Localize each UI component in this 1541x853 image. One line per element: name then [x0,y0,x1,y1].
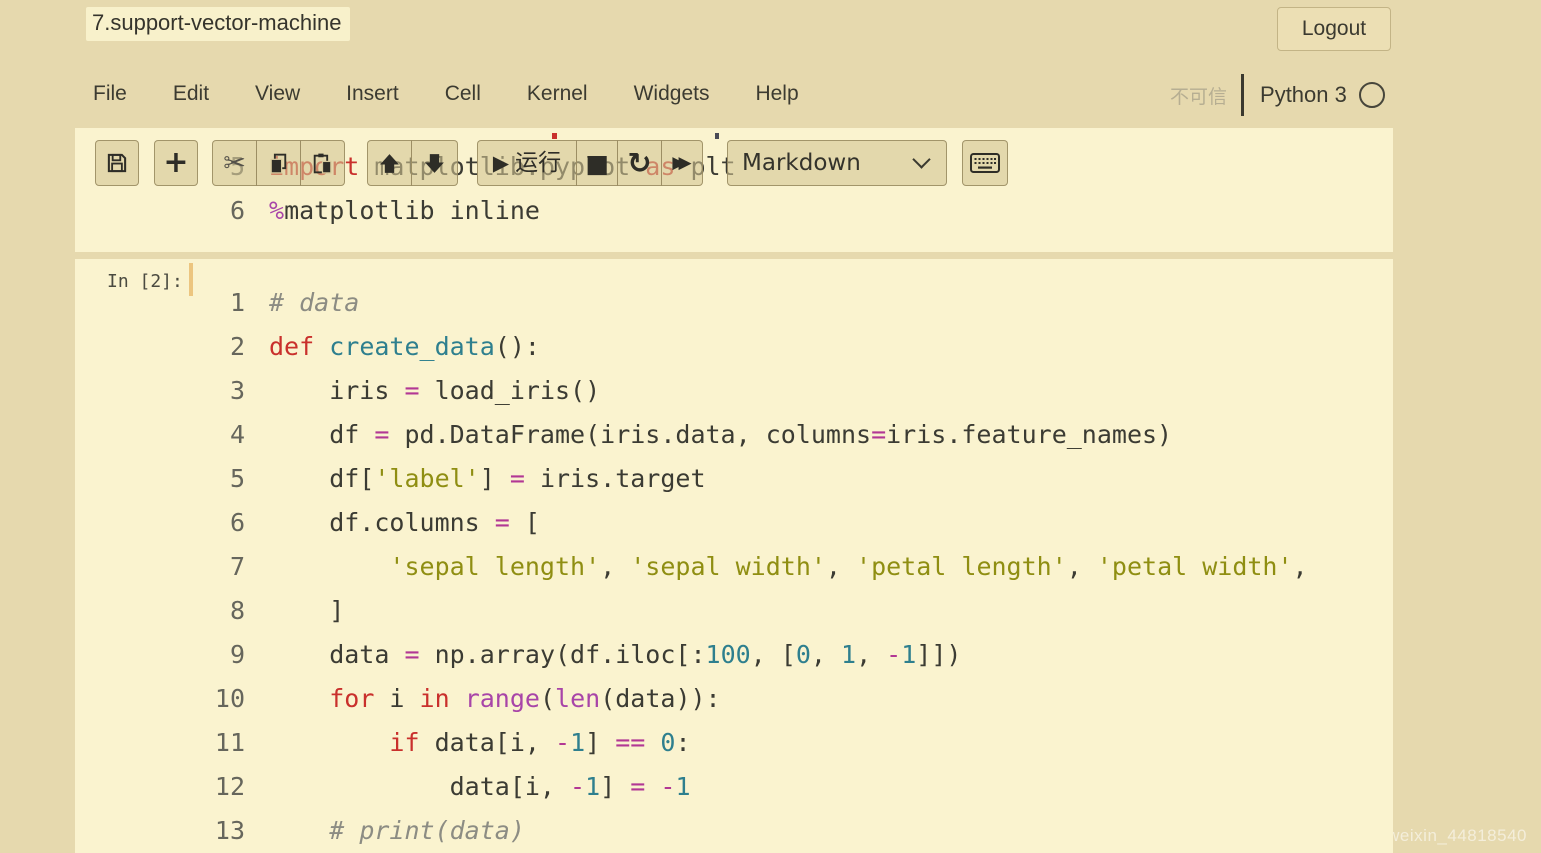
fast-forward-icon: ▶▶ [672,155,691,172]
command-palette-button[interactable] [962,140,1008,186]
code-line: 9 data = np.array(df.iloc[:100, [0, 1, -… [75,633,1393,677]
cell-type-selected-value: Markdown [742,150,861,176]
code-text: %matplotlib inline [269,189,540,233]
kernel-indicator-area: 不可信 Python 3 [1170,72,1385,118]
notebook-toolbar: + ✂ [0,140,1541,186]
run-button-group: ▶ 运行 ■ ↻ ▶▶ [477,140,703,186]
menu-item-kernel[interactable]: Kernel [527,82,588,106]
kernel-name-label: Python 3 [1260,82,1347,108]
kernel-status-icon [1359,82,1385,108]
move-button-group [367,140,458,186]
line-number: 2 [75,325,245,369]
code-line: 3 iris = load_iris() [75,369,1393,413]
code-line: 4 df = pd.DataFrame(iris.data, columns=i… [75,413,1393,457]
edit-button-group: ✂ [212,140,345,186]
line-number: 6 [75,189,245,233]
code-text: iris = load_iris() [269,369,600,413]
line-number: 7 [75,545,245,589]
line-number: 9 [75,633,245,677]
copy-icon [266,151,291,176]
code-text: # print(data) [269,809,525,853]
line-number: 11 [75,721,245,765]
code-editor[interactable]: 1# data2def create_data():3 iris = load_… [75,281,1393,853]
line-number: 6 [75,501,245,545]
run-cell-button[interactable]: ▶ 运行 [477,140,577,186]
move-cell-up-button[interactable] [367,140,412,186]
code-line: 8 ] [75,589,1393,633]
code-text: for i in range(len(data)): [269,677,721,721]
line-number: 10 [75,677,245,721]
paste-cell-button[interactable] [300,140,345,186]
logout-button[interactable]: Logout [1277,7,1391,51]
menu-item-edit[interactable]: Edit [173,82,209,106]
menu-item-file[interactable]: File [93,82,127,106]
menu-bar: File Edit View Insert Cell Kernel Widgets Help [93,82,799,106]
code-text: ] [269,589,344,633]
menu-item-cell[interactable]: Cell [445,82,481,106]
save-button[interactable] [95,140,139,186]
play-icon: ▶ [493,153,509,174]
line-number: 12 [75,765,245,809]
line-number: 1 [75,281,245,325]
code-line: 6 %matplotlib inline [75,189,1393,233]
kernel-separator [1241,74,1244,116]
code-text: df = pd.DataFrame(iris.data, columns=iri… [269,413,1172,457]
line-number: 4 [75,413,245,457]
trust-status-label: 不可信 [1170,82,1227,109]
code-line: 7 'sepal length', 'sepal width', 'petal … [75,545,1393,589]
code-text: 'sepal length', 'sepal width', 'petal le… [269,545,1308,589]
code-line: 11 if data[i, -1] == 0: [75,721,1393,765]
keyboard-icon [969,150,1001,176]
code-line: 1 # data [75,281,1393,325]
code-text: data = np.array(df.iloc[:100, [0, 1, -1]… [269,633,961,677]
clipped-text-fragment [552,133,557,139]
code-text: data[i, -1] = -1 [269,765,691,809]
clipboard-icon [310,151,335,176]
floppy-icon [104,150,130,176]
line-number: 13 [75,809,245,853]
move-cell-down-button[interactable] [411,140,458,186]
menu-item-insert[interactable]: Insert [346,82,399,106]
code-text: def create_data(): [269,325,540,369]
code-line: 13 # print(data) [75,809,1393,853]
scissors-icon: ✂ [223,150,246,177]
plus-icon: + [163,148,188,178]
run-label: 运行 [515,152,561,175]
code-line: 2 def create_data(): [75,325,1393,369]
arrow-up-icon [377,151,402,176]
copy-cell-button[interactable] [256,140,301,186]
code-text: # data [269,281,359,325]
code-text: if data[i, -1] == 0: [269,721,691,765]
code-text: df['label'] = iris.target [269,457,706,501]
restart-kernel-button[interactable]: ↻ [617,140,662,186]
chevron-down-icon [912,150,930,168]
code-line: 5 df['label'] = iris.target [75,457,1393,501]
menu-item-widgets[interactable]: Widgets [634,82,710,106]
code-line: 10 for i in range(len(data)): [75,677,1393,721]
menu-item-help[interactable]: Help [755,82,798,106]
notebook-title[interactable]: 7.support-vector-machine [86,7,350,41]
line-number: 8 [75,589,245,633]
interrupt-kernel-button[interactable]: ■ [576,140,618,186]
insert-cell-below-button[interactable]: + [154,140,198,186]
code-line: 6 df.columns = [ [75,501,1393,545]
jupyter-notebook-window: 7.support-vector-machine Logout File Edit… [0,0,1541,853]
restart-icon: ↻ [627,149,651,178]
line-number: 3 [75,369,245,413]
code-cell-active[interactable]: In [2]: 1# data2def create_data():3 iris… [75,259,1393,853]
restart-run-all-button[interactable]: ▶▶ [661,140,703,186]
stop-icon: ■ [585,151,609,176]
arrow-down-icon [422,151,447,176]
line-number: 5 [75,457,245,501]
menu-item-view[interactable]: View [255,82,300,106]
cell-type-dropdown[interactable]: Markdown [727,140,947,186]
cut-cell-button[interactable]: ✂ [212,140,257,186]
clipped-text-fragment [715,133,719,139]
code-line: 12 data[i, -1] = -1 [75,765,1393,809]
code-text: df.columns = [ [269,501,540,545]
